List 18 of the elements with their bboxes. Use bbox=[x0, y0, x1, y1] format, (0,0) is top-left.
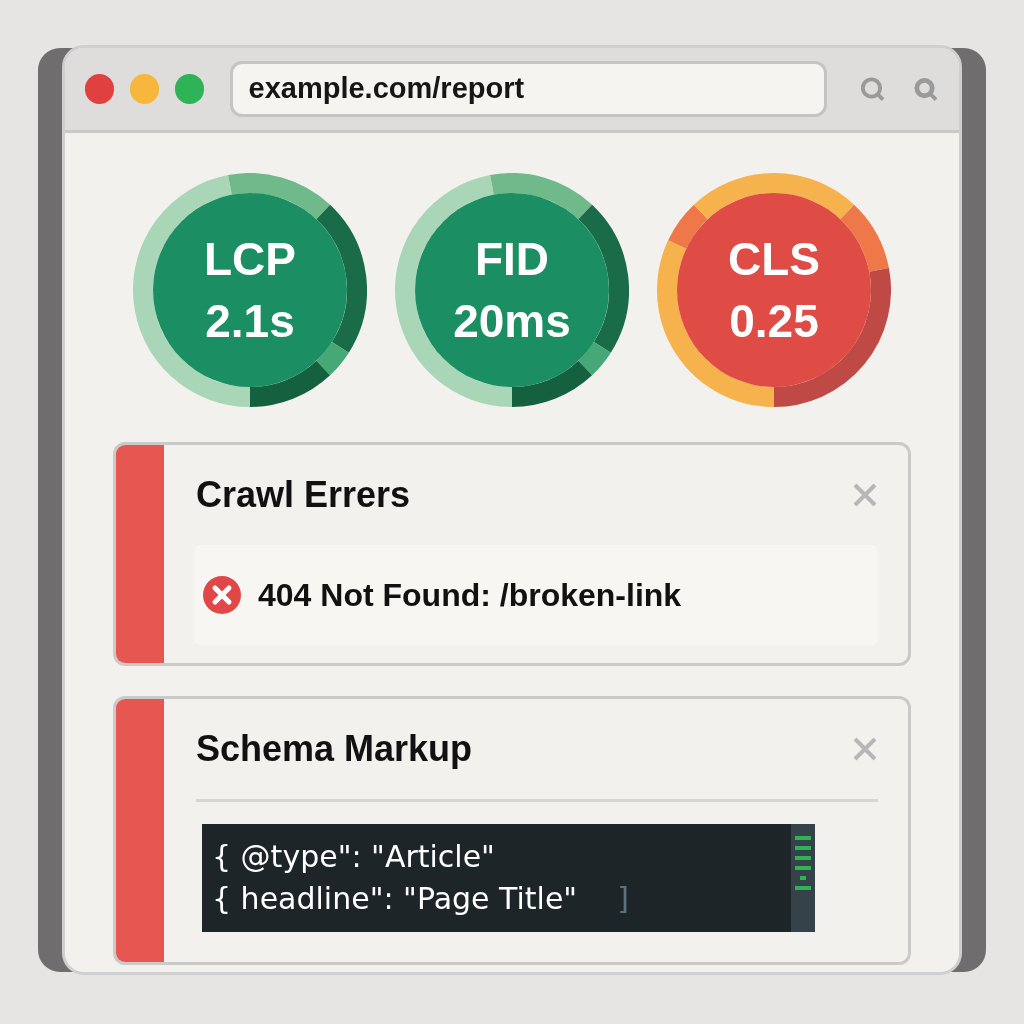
error-icon bbox=[202, 575, 242, 615]
metric-label: FID bbox=[474, 232, 550, 287]
search-icon[interactable] bbox=[912, 75, 939, 103]
closing-bracket: ] bbox=[617, 880, 629, 918]
code-line: { headline": "Page Title" bbox=[212, 880, 578, 918]
metric-value: 0.25 bbox=[729, 294, 819, 349]
card-title: Crawl Errers bbox=[196, 473, 411, 517]
metric-value: 20ms bbox=[453, 294, 571, 349]
address-bar[interactable]: example.com/report bbox=[229, 61, 828, 117]
card-title: Schema Markup bbox=[196, 727, 473, 771]
metric-label: CLS bbox=[728, 232, 820, 287]
metric-label: LCP bbox=[204, 232, 296, 287]
metric-value: 2.1s bbox=[205, 294, 295, 349]
close-icon[interactable] bbox=[852, 482, 878, 508]
search-icon[interactable] bbox=[859, 75, 887, 103]
error-message: 404 Not Found: /broken-link bbox=[258, 576, 682, 615]
code-line: { @type": "Article" bbox=[212, 838, 495, 876]
close-icon[interactable] bbox=[852, 736, 878, 762]
